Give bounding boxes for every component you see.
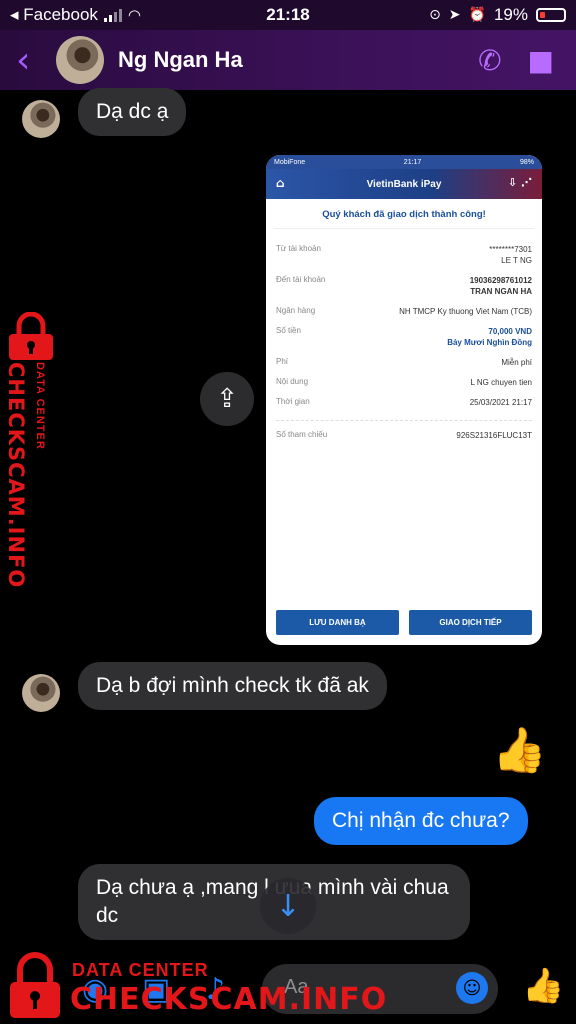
receipt-row-value-main: NH TMCP Ky thuong Viet Nam (TCB) xyxy=(399,307,532,316)
receipt-row-label: Thời gian xyxy=(276,397,310,406)
share-icon[interactable]: ⇪ xyxy=(200,372,254,426)
location-icon: ➤ xyxy=(448,7,461,23)
thumbs-up-send-icon[interactable]: 👍 xyxy=(522,966,564,1006)
lock-icon xyxy=(10,952,60,1018)
receipt-row-label: Từ tài khoản xyxy=(276,244,321,253)
receipt-image[interactable]: MobiFone 21:17 98% ⌂ VietinBank iPay ⇩ ⋰… xyxy=(266,155,542,645)
status-time: 21:18 xyxy=(266,5,310,24)
receipt-time: 21:17 xyxy=(403,158,422,166)
receipt-row-value: 25/03/2021 21:17 xyxy=(470,397,532,408)
watermark-vertical-small: DATA CENTER xyxy=(34,362,46,450)
receipt-app-bar: ⌂ VietinBank iPay ⇩ ⋰ xyxy=(266,169,542,199)
receipt-row-value: ********7301 LE T NG xyxy=(489,244,532,266)
avatar[interactable] xyxy=(22,674,60,712)
receipt-reference-value: 926S21316FLUC13T xyxy=(456,431,532,440)
alarm-icon: ⏰ xyxy=(468,7,486,23)
receipt-row-value: Miễn phí xyxy=(501,357,532,368)
thumbs-up-icon[interactable]: 👍 xyxy=(492,724,547,776)
receipt-row-value-main: L NG chuyen tien xyxy=(470,378,532,387)
receipt-row-value: NH TMCP Ky thuong Viet Nam (TCB) xyxy=(399,306,532,317)
receipt-row-value: 19036298761012 TRAN NGAN HA xyxy=(470,275,532,297)
receipt-row: Đến tài khoản 19036298761012 TRAN NGAN HA xyxy=(276,275,532,297)
video-call-icon[interactable]: ■ xyxy=(528,44,554,77)
receipt-row: Nội dung L NG chuyen tien xyxy=(276,377,532,388)
avatar[interactable] xyxy=(22,100,60,138)
receipt-row-value-main: ********7301 xyxy=(489,245,532,254)
receipt-buttons: LƯU DANH BẠ GIAO DỊCH TIẾP xyxy=(276,610,532,635)
receipt-details: Từ tài khoản ********7301 LE T NG Đến tài k… xyxy=(266,229,542,441)
receipt-row: Ngân hàng NH TMCP Ky thuong Viet Nam (TCB… xyxy=(276,306,532,317)
watermark-vertical: CHECKSCAM.INFO xyxy=(4,362,28,589)
receipt-reference-label: Số tham chiếu xyxy=(276,430,328,439)
battery-percent: 19% xyxy=(493,5,528,24)
save-contact-button: LƯU DANH BẠ xyxy=(276,610,399,635)
receipt-row-value-main: Miễn phí xyxy=(501,358,532,367)
back-icon[interactable]: ‹ xyxy=(16,40,56,81)
receipt-status-bar: MobiFone 21:17 98% xyxy=(266,155,542,169)
wifi-icon: ◠ xyxy=(127,6,142,24)
watermark-big: CHECKSCAM.INFO xyxy=(70,982,388,1017)
emoji-icon[interactable]: ☺ xyxy=(456,972,488,1004)
home-icon: ⌂ xyxy=(276,176,285,190)
receipt-row-value-main: 70,000 VND xyxy=(488,327,532,336)
continue-transaction-button: GIAO DỊCH TIẾP xyxy=(409,610,532,635)
receipt-row-value-sub: LE T NG xyxy=(501,256,532,265)
lock-rotation-icon: ⊙ xyxy=(429,7,441,23)
receipt-reference-row: Số tham chiếu 926S21316FLUC13T xyxy=(276,430,532,441)
receipt-row: Số tiền 70,000 VND Bảy Mươi Nghìn Đồng xyxy=(276,326,532,348)
incoming-message[interactable]: Dạ dc ạ xyxy=(78,88,187,136)
status-right: ⊙ ➤ ⏰ 19% xyxy=(366,5,566,25)
receipt-row-value: L NG chuyen tien xyxy=(470,377,532,388)
contact-avatar[interactable] xyxy=(56,36,104,84)
share-small-icon: ⇩ ⋰ xyxy=(507,176,532,189)
receipt-battery: 98% xyxy=(519,158,534,166)
status-bar: ◂ Facebook ◠ 21:18 ⊙ ➤ ⏰ 19% xyxy=(0,0,576,30)
receipt-row: Phí Miễn phí xyxy=(276,357,532,368)
status-left: ◂ Facebook ◠ xyxy=(10,5,210,25)
receipt-divider xyxy=(276,420,532,421)
receipt-row: Thời gian 25/03/2021 21:17 xyxy=(276,397,532,408)
receipt-carrier: MobiFone xyxy=(274,158,306,166)
battery-icon xyxy=(536,8,566,22)
receipt-row-label: Phí xyxy=(276,357,289,366)
receipt-row-value-main: 19036298761012 xyxy=(469,276,532,285)
incoming-message[interactable]: Dạ b đợi mình check tk đã ak xyxy=(78,662,387,710)
receipt-row-value: 70,000 VND Bảy Mươi Nghìn Đồng xyxy=(447,326,532,348)
contact-name[interactable]: Ng Ngan Ha xyxy=(118,47,452,73)
receipt-row: Từ tài khoản ********7301 LE T NG xyxy=(276,244,532,266)
receipt-row-label: Nội dung xyxy=(276,377,309,386)
watermark-small: DATA CENTER xyxy=(72,960,209,980)
receipt-row-value-sub: Bảy Mươi Nghìn Đồng xyxy=(447,338,532,347)
receipt-success-text: Quý khách đã giao dịch thành công! xyxy=(274,199,534,229)
receipt-row-label: Số tiền xyxy=(276,326,301,335)
chat-header: ‹ Ng Ngan Ha ✆ ■ xyxy=(0,30,576,90)
signal-icon xyxy=(103,8,122,22)
back-to-app-label[interactable]: ◂ Facebook xyxy=(10,5,98,25)
receipt-app-title: VietinBank iPay xyxy=(366,178,442,190)
outgoing-message[interactable]: Chị nhận đc chưa? xyxy=(314,797,528,845)
receipt-row-label: Ngân hàng xyxy=(276,306,316,315)
receipt-row-value-main: 25/03/2021 21:17 xyxy=(469,398,532,407)
scroll-down-icon[interactable]: ↓ xyxy=(260,878,316,934)
receipt-row-label: Đến tài khoản xyxy=(276,275,326,284)
phone-icon[interactable]: ✆ xyxy=(478,44,501,77)
lock-icon xyxy=(9,312,53,360)
receipt-row-value-sub: TRAN NGAN HA xyxy=(470,287,532,296)
